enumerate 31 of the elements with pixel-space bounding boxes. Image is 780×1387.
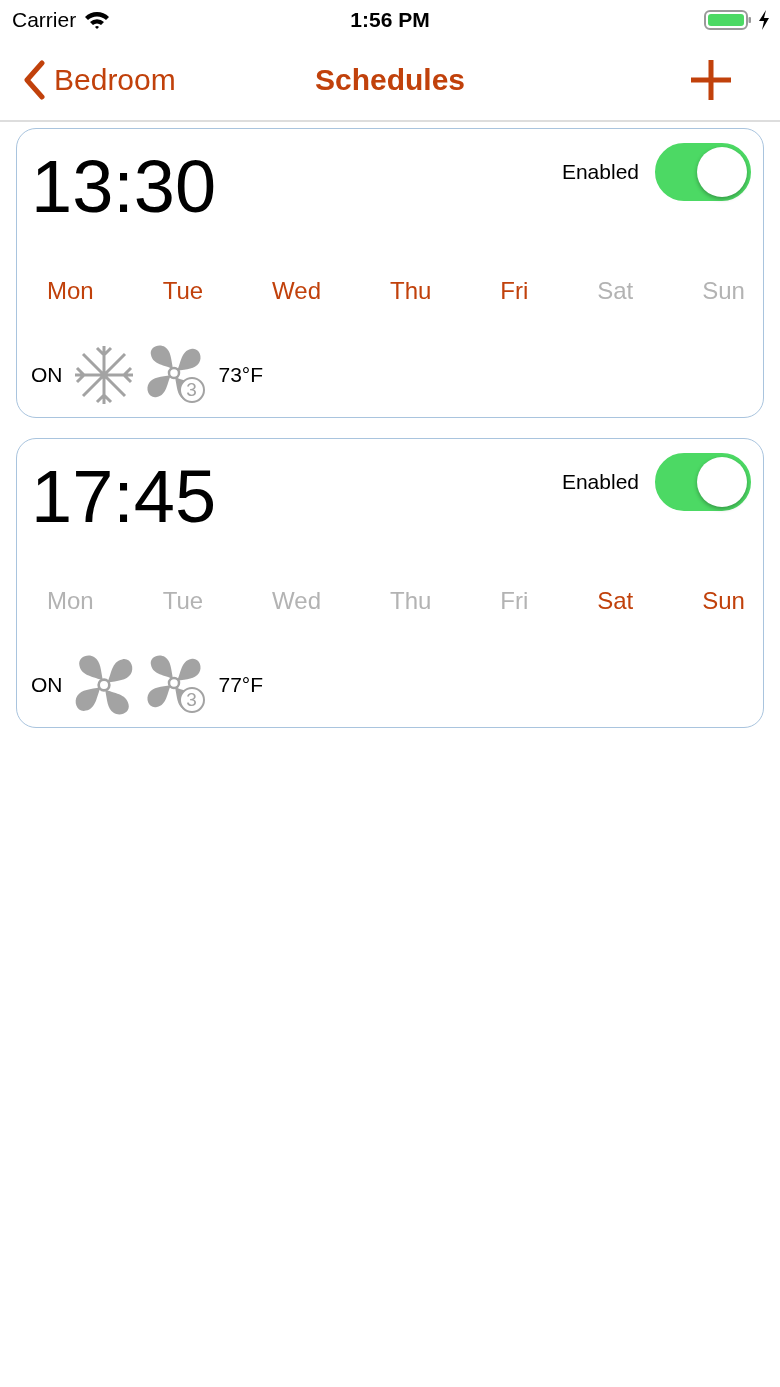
weekday-toggle[interactable]: Sun (702, 587, 745, 615)
weekday-toggle[interactable]: Mon (47, 277, 94, 305)
enabled-label: Enabled (561, 470, 639, 494)
weekday-toggle[interactable]: Wed (272, 277, 321, 305)
temperature-setting: 77°F (218, 673, 264, 697)
enabled-label: Enabled (561, 160, 639, 184)
weekday-toggle[interactable]: Thu (390, 277, 432, 305)
carrier-name: Carrier (12, 8, 77, 32)
schedule-time: 13:30 (31, 144, 217, 230)
temperature-setting: 73°F (218, 363, 264, 387)
weekday-toggle[interactable]: Fri (500, 277, 529, 305)
screen-title: Schedules (314, 63, 466, 96)
weekday-toggle[interactable]: Tue (162, 277, 204, 305)
power-status: ON (31, 363, 63, 387)
chevron-left-icon (22, 60, 46, 100)
wifi-icon (84, 10, 111, 30)
fan-speed-badge: 3 (178, 687, 205, 713)
schedule-card[interactable]: 13:30 Enabled Mon Tue Wed Thu Fri Sat Sun ON 3 73°F (16, 128, 764, 418)
add-icon[interactable] (690, 59, 732, 101)
enabled-toggle[interactable] (655, 453, 751, 511)
clock-time: 1:56 PM (350, 8, 430, 31)
schedule-time: 17:45 (31, 454, 217, 540)
charging-icon (758, 10, 770, 30)
enabled-toggle[interactable] (655, 143, 751, 201)
power-status: ON (31, 673, 63, 697)
weekday-toggle[interactable]: Sat (597, 587, 634, 615)
fan-speed-badge: 3 (178, 377, 205, 403)
back-button[interactable]: Bedroom (22, 60, 176, 100)
schedule-card[interactable]: 17:45 Enabled Mon Tue Wed Thu Fri Sat Sun ON 3 77°F (16, 438, 764, 728)
battery-icon (704, 9, 752, 31)
snowflake-icon (72, 344, 135, 406)
